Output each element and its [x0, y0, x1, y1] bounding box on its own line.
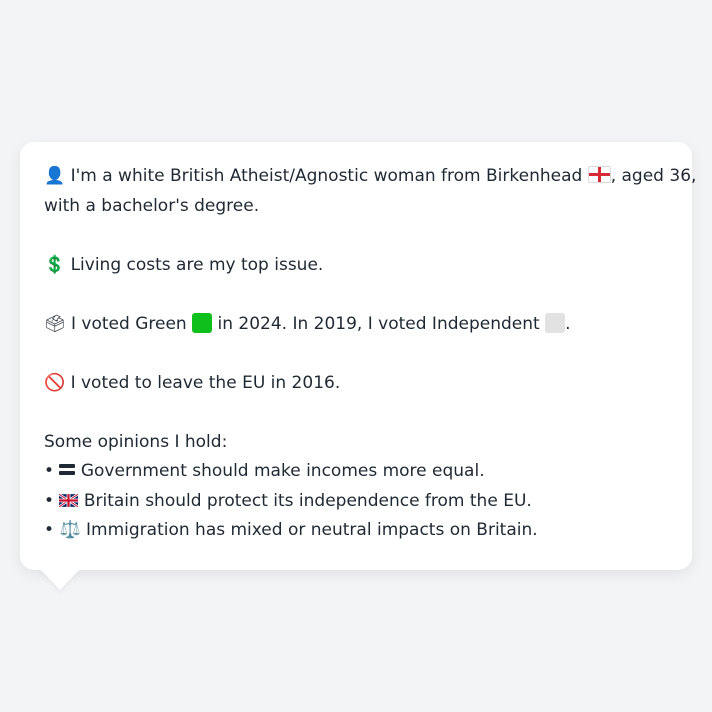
- opinion-text: Britain should protect its independence …: [83, 490, 532, 511]
- intro-text: I'm a white British Atheist/Agnostic wom…: [70, 166, 583, 186]
- opinions-header: Some opinions I hold:: [44, 431, 228, 452]
- opinion-item: • Britain should protect its independenc…: [44, 487, 670, 517]
- vote-text-b: in 2024. In 2019, I voted Independent: [217, 313, 540, 334]
- vote-text-c: .: [565, 313, 571, 334]
- brexit-text: I voted to leave the EU in 2016.: [70, 372, 341, 393]
- person-icon: 👤: [44, 166, 66, 186]
- intro-line-2: with a bachelor's degree.: [44, 195, 260, 216]
- england-flag-icon: [587, 166, 611, 183]
- opinion-item: • Government should make incomes more eq…: [44, 457, 670, 487]
- bullet: •: [44, 520, 55, 540]
- opinion-text: Government should make incomes more equa…: [80, 461, 485, 481]
- issue-text: Living costs are my top issue.: [70, 254, 324, 275]
- green-square-icon: [192, 312, 213, 333]
- prohibited-icon: 🚫: [44, 372, 66, 393]
- dollar-icon: 💲: [44, 254, 66, 275]
- intro-age: , aged 36,: [610, 166, 697, 186]
- ballot-box-icon: 🗳: [44, 313, 66, 334]
- intro-line-1: 👤 I'm a white British Atheist/Agnostic w…: [44, 162, 696, 192]
- uk-flag-icon: [59, 493, 79, 507]
- grey-square-icon: [545, 312, 566, 333]
- bullet: •: [44, 461, 55, 481]
- brexit-line: 🚫 I voted to leave the EU in 2016.: [44, 369, 670, 399]
- scales-icon: ⚖️: [59, 520, 81, 540]
- chat-bubble: 👤 I'm a white British Atheist/Agnostic w…: [20, 142, 696, 570]
- opinion-text: Immigration has mixed or neutral impacts…: [86, 520, 538, 540]
- equals-icon: [59, 464, 76, 475]
- bubble-tail: [40, 569, 80, 590]
- bullet: •: [44, 490, 55, 511]
- vote-line: 🗳 I voted Green in 2024. In 2019, I vote…: [44, 310, 670, 340]
- issue-line: 💲 Living costs are my top issue.: [44, 251, 670, 281]
- vote-text-a: I voted Green: [71, 313, 187, 334]
- opinion-item: • ⚖️ Immigration has mixed or neutral im…: [44, 516, 670, 546]
